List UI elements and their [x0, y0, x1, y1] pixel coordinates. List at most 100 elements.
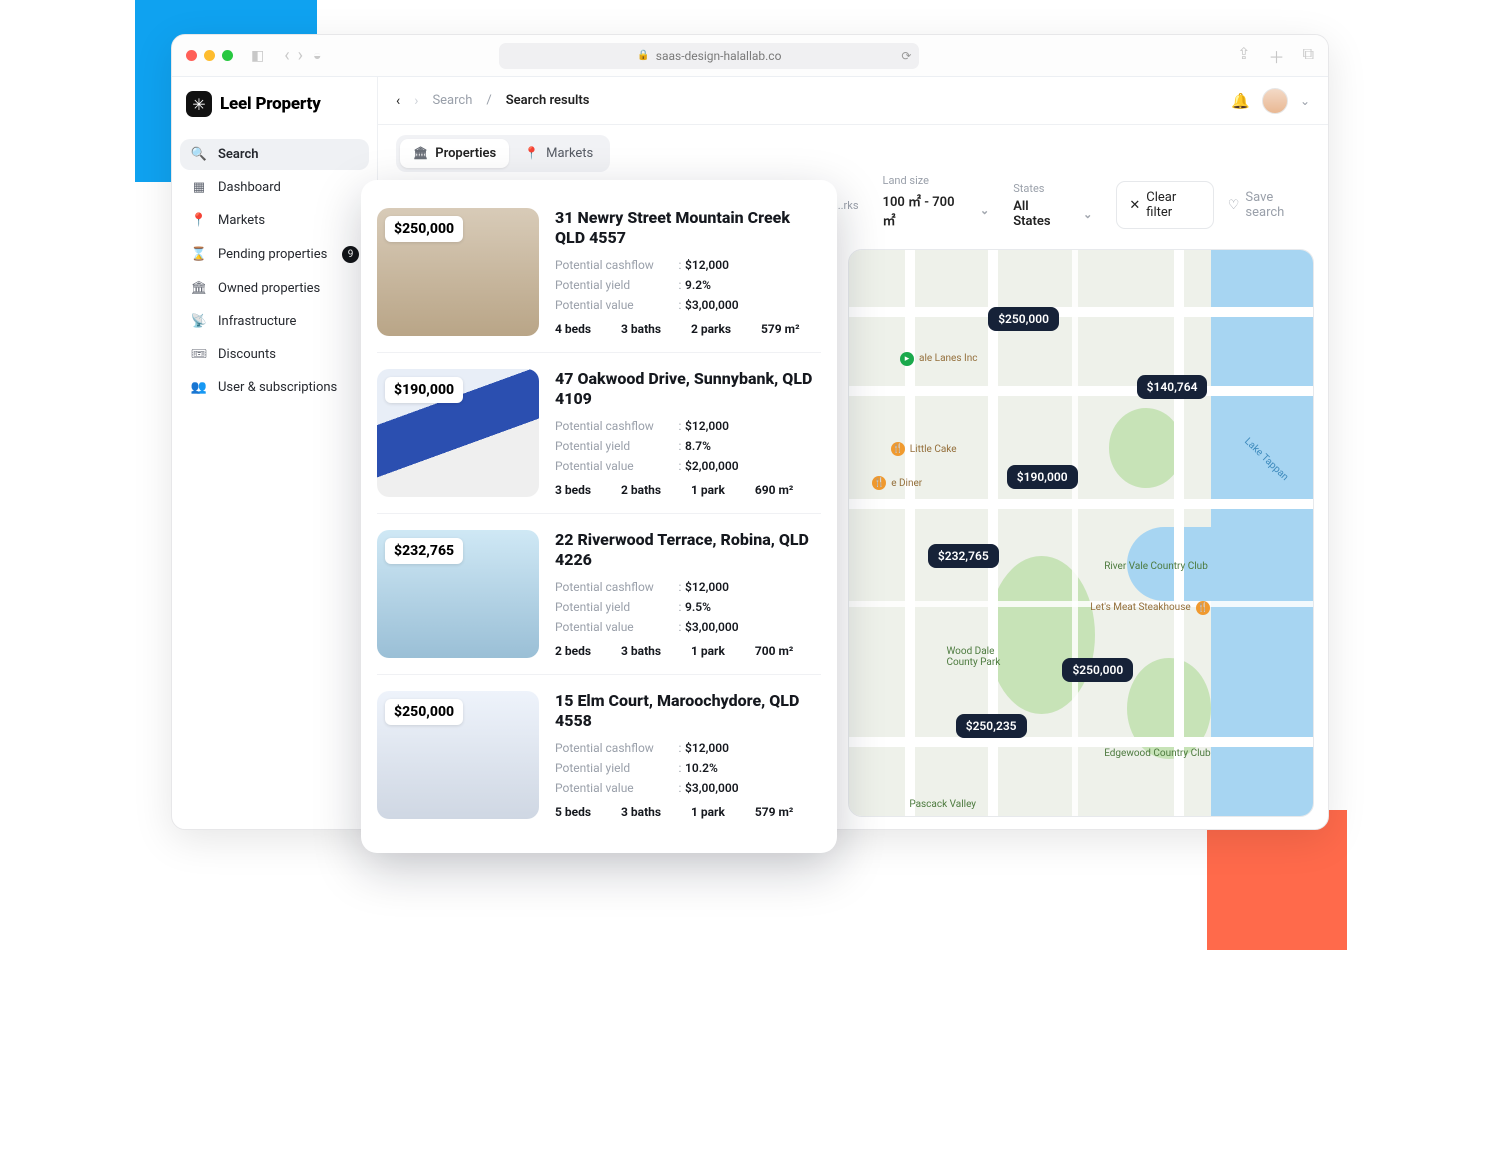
minimize-window-icon[interactable] — [204, 50, 215, 61]
url-text: saas-design-halallab.co — [656, 49, 782, 63]
browser-chrome: ◧ ‹ › ◒ 🔒 saas-design-halallab.co ⟳ ⇪ ＋ … — [172, 35, 1328, 77]
users-icon: 👥 — [190, 380, 208, 395]
filter-landsize[interactable]: 100 ㎡ - 700㎡⌄ — [883, 191, 990, 229]
sidebar-item-infrastructure[interactable]: 📡 Infrastructure — [180, 306, 369, 337]
crumb-search[interactable]: Search — [432, 93, 472, 108]
dashboard-icon: ▦ — [190, 180, 208, 195]
crumb-forward-icon[interactable]: › — [414, 93, 418, 109]
crumb-sep: / — [486, 93, 491, 108]
metric-key: Potential yield — [555, 439, 675, 453]
metric-key: Potential cashflow — [555, 419, 675, 433]
metric-value: $12,000 — [685, 741, 821, 755]
metric-key: Potential value — [555, 781, 675, 795]
sidebar-item-label: Discounts — [218, 347, 276, 362]
privacy-shield-icon[interactable]: ◒ — [313, 47, 321, 64]
button-label: Clear filter — [1146, 190, 1200, 220]
sidebar-item-users[interactable]: 👥 User & subscriptions — [180, 372, 369, 403]
sidebar-item-label: Pending properties — [218, 247, 327, 262]
listing-beds: 4 beds — [555, 322, 591, 336]
map[interactable]: ▸ale Lanes Inc 🍴Little Cake 🍴e Diner Riv… — [848, 249, 1314, 817]
metric-key: Potential yield — [555, 761, 675, 775]
listing-area: 579 m² — [761, 322, 800, 336]
maximize-window-icon[interactable] — [222, 50, 233, 61]
browser-forward-icon[interactable]: › — [298, 47, 303, 65]
address-bar[interactable]: 🔒 saas-design-halallab.co ⟳ — [499, 43, 919, 69]
listing-area: 690 m² — [755, 483, 794, 497]
sidebar-item-search[interactable]: 🔍 Search — [180, 139, 369, 170]
pending-badge: 9 — [342, 246, 359, 263]
poi-label: Wood Dale County Park — [946, 646, 1000, 668]
clear-filter-button[interactable]: ✕ Clear filter — [1116, 181, 1213, 229]
lock-icon: 🔒 — [637, 50, 649, 61]
view-tabs: 🏛 Properties 📍 Markets — [396, 135, 610, 172]
metric-key: Potential value — [555, 298, 675, 312]
metric-value: $2,00,000 — [685, 459, 821, 473]
sidebar-item-markets[interactable]: 📍 Markets — [180, 205, 369, 236]
map-price-pin[interactable]: $250,000 — [1062, 658, 1133, 682]
metric-key: Potential cashflow — [555, 258, 675, 272]
metric-value: 10.2% — [685, 761, 821, 775]
sidebar-item-discounts[interactable]: 🎟 Discounts — [180, 339, 369, 370]
save-search-button[interactable]: ♡ Save search — [1228, 190, 1310, 220]
crumb-results: Search results — [506, 93, 590, 108]
sidebar-item-owned[interactable]: 🏛 Owned properties — [180, 273, 369, 304]
share-icon[interactable]: ⇪ — [1237, 44, 1250, 68]
sidebar-item-pending[interactable]: ⌛ Pending properties 9 — [180, 238, 369, 271]
tab-markets[interactable]: 📍 Markets — [511, 139, 606, 168]
listing-card[interactable]: $250,000 15 Elm Court, Maroochydore, QLD… — [377, 675, 821, 835]
chevron-down-icon: ⌄ — [980, 204, 989, 217]
sidebar-toggle-icon[interactable]: ◧ — [251, 48, 264, 64]
brand[interactable]: ✳ Leel Property — [172, 77, 377, 131]
metric-value: $3,00,000 — [685, 298, 821, 312]
metric-key: Potential cashflow — [555, 580, 675, 594]
map-price-pin[interactable]: $250,235 — [956, 714, 1027, 738]
close-window-icon[interactable] — [186, 50, 197, 61]
tabs-overview-icon[interactable]: ⧉ — [1303, 44, 1314, 68]
map-price-pin[interactable]: $250,000 — [988, 307, 1059, 331]
metric-key: Potential yield — [555, 600, 675, 614]
tab-label: Markets — [546, 146, 593, 161]
reload-icon[interactable]: ⟳ — [901, 49, 911, 63]
heart-icon: ♡ — [1228, 198, 1240, 213]
crumb-back-icon[interactable]: ‹ — [396, 93, 400, 109]
avatar[interactable] — [1262, 88, 1288, 114]
map-price-pin[interactable]: $140,764 — [1137, 375, 1208, 399]
decorative-bg-orange — [1207, 810, 1347, 950]
listing-title: 22 Riverwood Terrace, Robina, QLD 4226 — [555, 530, 821, 570]
app-sidebar: ✳ Leel Property 🔍 Search ▦ Dashboard 📍 M… — [172, 77, 378, 829]
user-menu-chevron-icon[interactable]: ⌄ — [1300, 94, 1310, 108]
listing-card[interactable]: $190,000 47 Oakwood Drive, Sunnybank, QL… — [377, 353, 821, 514]
place-pin-icon: ▸ — [900, 352, 914, 366]
map-price-pin[interactable]: $232,765 — [928, 544, 999, 568]
pending-icon: ⌛ — [190, 247, 208, 262]
listing-title: 47 Oakwood Drive, Sunnybank, QLD 4109 — [555, 369, 821, 409]
food-pin-icon: 🍴 — [872, 476, 886, 490]
filter-value: All States — [1013, 199, 1065, 229]
view-tabs-row: 🏛 Properties 📍 Markets — [378, 125, 1328, 181]
sidebar-item-label: Infrastructure — [218, 314, 296, 329]
metric-value: 9.2% — [685, 278, 821, 292]
poi-label: Edgewood Country Club — [1104, 748, 1210, 759]
results-popup[interactable]: $250,000 31 Newry Street Mountain Creek … — [361, 180, 837, 853]
poi-label: Let's Meat Steakhouse — [1090, 602, 1190, 613]
metric-value: $3,00,000 — [685, 781, 821, 795]
listing-card[interactable]: $232,765 22 Riverwood Terrace, Robina, Q… — [377, 514, 821, 675]
listing-title: 15 Elm Court, Maroochydore, QLD 4558 — [555, 691, 821, 731]
tab-properties[interactable]: 🏛 Properties — [400, 139, 509, 168]
markets-tab-icon: 📍 — [524, 146, 539, 160]
listing-parks: 1 park — [691, 483, 725, 497]
window-controls[interactable] — [186, 50, 233, 61]
map-price-pin[interactable]: $190,000 — [1007, 465, 1078, 489]
listing-card[interactable]: $250,000 31 Newry Street Mountain Creek … — [377, 192, 821, 353]
listing-beds: 5 beds — [555, 805, 591, 819]
sidebar-item-dashboard[interactable]: ▦ Dashboard — [180, 172, 369, 203]
sidebar-item-label: Dashboard — [218, 180, 281, 195]
close-icon: ✕ — [1129, 198, 1140, 213]
new-tab-icon[interactable]: ＋ — [1269, 44, 1285, 68]
browser-back-icon[interactable]: ‹ — [284, 47, 289, 65]
owned-icon: 🏛 — [190, 281, 208, 296]
filter-states[interactable]: All States⌄ — [1013, 199, 1092, 229]
notifications-icon[interactable]: 🔔 — [1231, 92, 1250, 110]
poi-label: Pascack Valley — [909, 799, 976, 810]
listing-parks: 1 park — [691, 644, 725, 658]
